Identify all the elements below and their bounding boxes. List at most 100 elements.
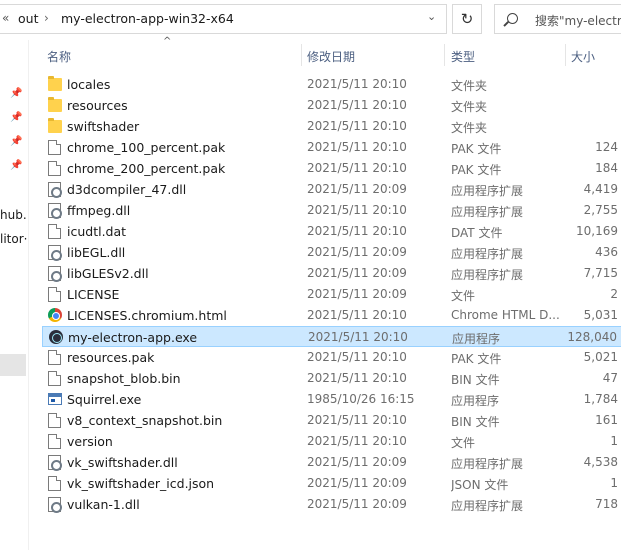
file-row[interactable]: v8_context_snapshot.bin 2021/5/11 20:10 BI…: [42, 410, 621, 431]
dll-icon: [48, 266, 62, 282]
file-size: 10,169: [576, 224, 618, 238]
file-row[interactable]: LICENSE 2021/5/11 20:09 文件 2: [42, 284, 621, 305]
file-name: d3dcompiler_47.dll: [67, 182, 187, 197]
nav-item[interactable]: hub.: [0, 208, 27, 222]
file-size: 1: [610, 476, 618, 490]
file-size: 128,040: [567, 330, 617, 344]
file-name: vk_swiftshader.dll: [67, 455, 178, 470]
file-row[interactable]: Squirrel.exe 1985/10/26 16:15 应用程序 1,784: [42, 389, 621, 410]
file-date: 2021/5/11 20:10: [307, 350, 407, 364]
file-date: 2021/5/11 20:09: [307, 287, 407, 301]
file-type: 文件: [451, 289, 476, 303]
breadcrumb-current-folder[interactable]: my-electron-app-win32-x64: [61, 11, 234, 26]
file-type: 应用程序: [452, 332, 501, 346]
file-row[interactable]: version 2021/5/11 20:10 文件 1: [42, 431, 621, 452]
file-type: BIN 文件: [451, 415, 500, 429]
file-type: 文件夹: [451, 100, 488, 114]
file-type: PAK 文件: [451, 352, 502, 366]
pin-icon[interactable]: 📌: [10, 136, 22, 147]
file-row[interactable]: vk_swiftshader.dll 2021/5/11 20:09 应用程序扩展 4…: [42, 452, 621, 473]
file-size: 5,031: [583, 308, 618, 322]
file-date: 2021/5/11 20:09: [307, 266, 407, 280]
file-row[interactable]: swiftshader 2021/5/11 20:10 文件夹: [42, 116, 621, 137]
file-date: 2021/5/11 20:10: [307, 434, 407, 448]
file-size: 161: [595, 413, 618, 427]
search-input[interactable]: 搜索"my-electro: [535, 12, 621, 29]
column-header-type[interactable]: 类型: [451, 48, 475, 65]
file-type: DAT 文件: [451, 226, 503, 240]
column-divider[interactable]: [444, 44, 445, 66]
file-row[interactable]: locales 2021/5/11 20:10 文件夹: [42, 74, 621, 95]
column-divider[interactable]: [301, 44, 302, 66]
file-date: 2021/5/11 20:10: [307, 98, 407, 112]
file-date: 2021/5/11 20:10: [307, 224, 407, 238]
file-name: version: [67, 434, 113, 449]
file-row[interactable]: ffmpeg.dll 2021/5/11 20:10 应用程序扩展 2,755: [42, 200, 621, 221]
file-type: PAK 文件: [451, 163, 502, 177]
file-date: 2021/5/11 20:10: [307, 77, 407, 91]
file-name: icudtl.dat: [67, 224, 127, 239]
file-size: 124: [595, 140, 618, 154]
file-type: 应用程序扩展: [451, 457, 524, 471]
pin-icon[interactable]: 📌: [10, 160, 22, 171]
pane-divider[interactable]: [28, 40, 29, 550]
file-type: 应用程序扩展: [451, 184, 524, 198]
file-row[interactable]: d3dcompiler_47.dll 2021/5/11 20:09 应用程序扩展 4…: [42, 179, 621, 200]
folder-icon: [48, 76, 62, 91]
dll-icon: [48, 497, 62, 513]
pin-icon[interactable]: 📌: [10, 112, 22, 123]
file-row[interactable]: libGLESv2.dll 2021/5/11 20:09 应用程序扩展 7,715: [42, 263, 621, 284]
file-icon: [48, 371, 61, 386]
file-row[interactable]: vk_swiftshader_icd.json 2021/5/11 20:09 JS…: [42, 473, 621, 494]
file-name: libEGL.dll: [67, 245, 126, 260]
column-header-row: ^ 名称 修改日期 类型 大小: [29, 36, 621, 66]
refresh-icon[interactable]: ↻: [452, 4, 482, 34]
pin-icon[interactable]: 📌: [10, 88, 22, 99]
file-icon: [48, 161, 61, 176]
file-row[interactable]: vulkan-1.dll 2021/5/11 20:09 应用程序扩展 718: [42, 494, 621, 515]
dll-icon: [48, 182, 62, 198]
file-name: libGLESv2.dll: [67, 266, 149, 281]
file-size: 718: [595, 497, 618, 511]
file-size: 4,538: [583, 455, 618, 469]
file-icon: [48, 413, 61, 428]
file-row[interactable]: chrome_200_percent.pak 2021/5/11 20:10 PAK…: [42, 158, 621, 179]
file-row-selected[interactable]: my-electron-app.exe 2021/5/11 20:10 应用程序 12…: [42, 326, 621, 347]
file-row[interactable]: LICENSES.chromium.html 2021/5/11 20:10 Chr…: [42, 305, 621, 326]
file-type: 文件: [451, 436, 476, 450]
file-date: 2021/5/11 20:09: [307, 476, 407, 490]
file-date: 2021/5/11 20:10: [307, 203, 407, 217]
file-date: 2021/5/11 20:09: [307, 455, 407, 469]
search-icon: [507, 13, 518, 24]
file-name: chrome_100_percent.pak: [67, 140, 226, 155]
file-name: vk_swiftshader_icd.json: [67, 476, 215, 491]
breadcrumb-out[interactable]: out: [18, 11, 38, 26]
column-divider[interactable]: [565, 44, 566, 66]
file-name: chrome_200_percent.pak: [67, 161, 226, 176]
file-row[interactable]: resources 2021/5/11 20:10 文件夹: [42, 95, 621, 116]
file-name: v8_context_snapshot.bin: [67, 413, 223, 428]
file-row[interactable]: snapshot_blob.bin 2021/5/11 20:10 BIN 文件 47: [42, 368, 621, 389]
nav-item-selected[interactable]: [0, 354, 26, 376]
file-row[interactable]: resources.pak 2021/5/11 20:10 PAK 文件 5,021: [42, 347, 621, 368]
file-row[interactable]: libEGL.dll 2021/5/11 20:09 应用程序扩展 436: [42, 242, 621, 263]
file-size: 5,021: [583, 350, 618, 364]
search-box[interactable]: 搜索"my-electro: [494, 4, 621, 34]
chrome-icon: [48, 308, 62, 322]
file-size: 1,784: [583, 392, 618, 406]
address-bar[interactable]: « out › my-electron-app-win32-x64 ⌄: [0, 4, 447, 34]
chevron-right-icon[interactable]: ›: [44, 11, 49, 25]
file-date: 2021/5/11 20:10: [307, 119, 407, 133]
column-header-size[interactable]: 大小: [571, 48, 595, 65]
nav-item[interactable]: litor·: [0, 232, 27, 246]
file-date: 1985/10/26 16:15: [307, 392, 415, 406]
breadcrumb-overflow[interactable]: «: [2, 11, 9, 25]
chevron-down-icon[interactable]: ⌄: [427, 10, 436, 23]
column-header-date[interactable]: 修改日期: [307, 48, 355, 65]
file-row[interactable]: chrome_100_percent.pak 2021/5/11 20:10 PAK…: [42, 137, 621, 158]
file-date: 2021/5/11 20:09: [307, 182, 407, 196]
file-type: 应用程序扩展: [451, 205, 524, 219]
file-row[interactable]: icudtl.dat 2021/5/11 20:10 DAT 文件 10,169: [42, 221, 621, 242]
column-header-name[interactable]: 名称: [47, 48, 71, 65]
file-size: 7,715: [583, 266, 618, 280]
